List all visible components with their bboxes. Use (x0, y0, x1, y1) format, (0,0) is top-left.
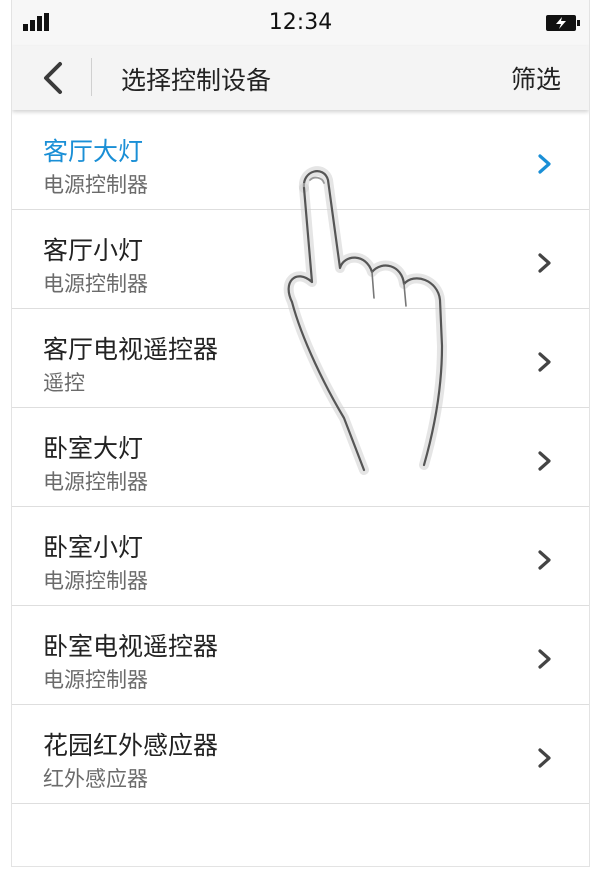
status-bar: 12:34 (12, 0, 589, 46)
chevron-right-icon (538, 451, 551, 471)
device-list-item[interactable]: 卧室电视遥控器电源控制器 (12, 606, 589, 705)
device-type: 电源控制器 (43, 569, 148, 593)
device-type: 电源控制器 (43, 668, 148, 692)
device-type: 电源控制器 (43, 470, 148, 494)
filter-button[interactable]: 筛选 (511, 60, 561, 96)
chevron-right-icon (538, 352, 551, 372)
device-name: 卧室电视遥控器 (43, 632, 219, 661)
device-list-item[interactable]: 客厅小灯 电源控制器 (12, 210, 589, 309)
chevron-right-icon (538, 649, 551, 669)
chevron-right-icon (538, 748, 551, 768)
device-name: 卧室大灯 (43, 434, 144, 463)
battery-charging-icon (546, 15, 580, 31)
chevron-right-icon (538, 253, 551, 273)
chevron-right-icon (538, 550, 551, 570)
device-name: 客厅大灯 (43, 137, 144, 166)
device-type: 红外感应器 (43, 767, 148, 791)
device-name: 卧室小灯 (43, 533, 144, 562)
nav-divider (91, 58, 92, 96)
phone-screen: 12:34 选择控制设备 筛选 客厅大灯 电源控制器 客厅小灯 电源控制器 客厅电视遥控… (11, 0, 590, 867)
device-name: 客厅电视遥控器 (43, 335, 219, 364)
device-list-item[interactable]: 花园红外感应器红外感应器 (12, 705, 589, 804)
back-button[interactable] (34, 56, 78, 100)
status-time: 12:34 (268, 10, 333, 35)
chevron-right-icon (538, 154, 551, 174)
navigation-bar: 选择控制设备 筛选 (12, 46, 589, 110)
device-list-item[interactable]: 客厅电视遥控器 遥控 (12, 309, 589, 408)
device-list-item[interactable]: 卧室小灯 电源控制器 (12, 507, 589, 606)
device-list: 客厅大灯 电源控制器 客厅小灯 电源控制器 客厅电视遥控器 遥控 卧室大灯 电源控制器 卧室小灯… (12, 111, 589, 804)
device-list-item[interactable]: 卧室大灯 电源控制器 (12, 408, 589, 507)
page-title: 选择控制设备 (121, 66, 272, 95)
device-name: 客厅小灯 (43, 236, 144, 265)
back-arrow-icon (44, 62, 62, 94)
device-name: 花园红外感应器 (43, 731, 219, 760)
device-list-item[interactable]: 客厅大灯 电源控制器 (12, 111, 589, 210)
device-type: 电源控制器 (43, 272, 148, 296)
device-type: 电源控制器 (43, 173, 148, 197)
device-type: 遥控 (43, 371, 85, 395)
